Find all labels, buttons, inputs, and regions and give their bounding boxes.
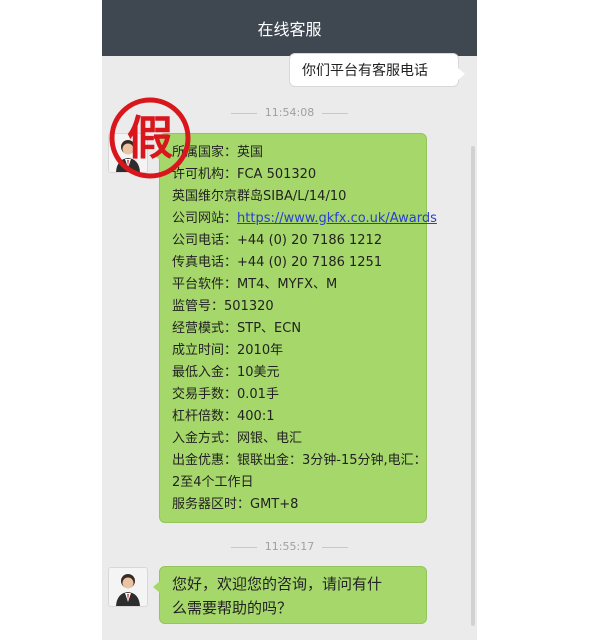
user-message-text: 你们平台有客服电话 — [302, 63, 428, 79]
info-line-website: 公司网站：https://www.gkfx.co.uk/Awards — [172, 208, 437, 230]
timestamp-text: 11:55:17 — [264, 540, 315, 553]
greeting-line: 您好，欢迎您的咨询，请问有什 — [172, 575, 383, 593]
title-bar: 在线客服 — [102, 0, 477, 56]
fake-stamp-text: 假 — [127, 111, 173, 165]
website-link[interactable]: https://www.gkfx.co.uk/Awards — [237, 211, 437, 226]
platform-info-bubble[interactable]: 所属国家：英国 许可机构：FCA 501320 英国维尔京群岛SIBA/L/14… — [153, 133, 437, 523]
info-line: 经营模式：STP、ECN — [172, 321, 302, 336]
info-line: 交易手数：0.01手 — [172, 387, 279, 402]
info-line: 平台软件：MT4、MYFX、M — [172, 277, 338, 292]
fake-stamp-icon: 假 — [108, 96, 192, 180]
info-line: 杠杆倍数：400:1 — [172, 409, 275, 424]
user-message-bubble[interactable]: 你们平台有客服电话 — [289, 53, 465, 87]
greeting-line: 么需要帮助的吗？ — [172, 599, 293, 617]
info-line: 服务器区时：GMT+8 — [172, 497, 299, 512]
info-line: 所属国家：英国 — [172, 145, 264, 160]
greeting-bubble[interactable]: 您好，欢迎您的咨询，请问有什 么需要帮助的吗？ — [153, 566, 427, 624]
info-line: 监管号：501320 — [172, 299, 274, 314]
chat-title: 在线客服 — [257, 20, 322, 39]
agent-avatar[interactable] — [108, 567, 148, 607]
timestamp: 11:55:17 — [102, 540, 477, 553]
info-line: 英国维尔京群岛SIBA/L/14/10 — [172, 189, 347, 204]
scrollbar[interactable] — [471, 146, 475, 626]
agent-person-icon — [116, 574, 140, 606]
timestamp-text: 11:54:08 — [264, 106, 315, 119]
info-line: 成立时间：2010年 — [172, 343, 284, 358]
info-line: 许可机构：FCA 501320 — [172, 167, 317, 182]
info-line: 2至4个工作日 — [172, 475, 254, 490]
info-line: 最低入金：10美元 — [172, 365, 280, 380]
website-label: 公司网站： — [172, 211, 238, 226]
info-line: 出金优惠：银联出金：3分钟-15分钟,电汇： — [172, 453, 427, 468]
info-line: 公司电话：+44 (0) 20 7186 1212 — [172, 233, 383, 248]
info-line: 传真电话：+44 (0) 20 7186 1251 — [172, 255, 383, 270]
info-line: 入金方式：网银、电汇 — [172, 431, 303, 446]
